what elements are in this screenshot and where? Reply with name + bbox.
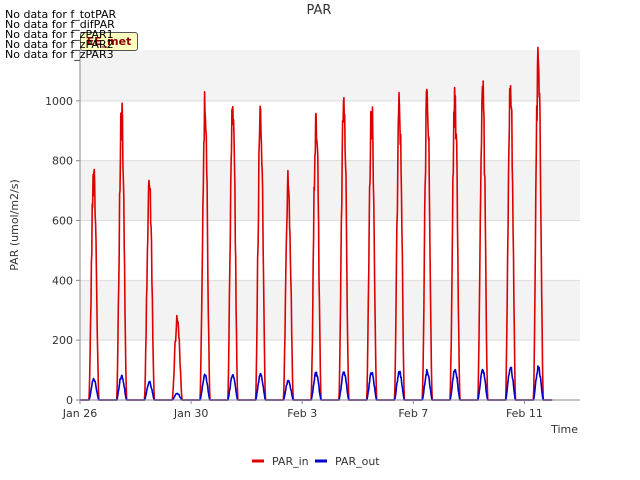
band	[80, 280, 580, 341]
y-tick-label: 600	[52, 215, 73, 228]
x-tick-label: Feb 11	[506, 407, 543, 420]
chart-title: PAR	[307, 3, 332, 18]
x-tick-label: Jan 30	[173, 407, 208, 420]
x-tick-label: Feb 7	[398, 407, 428, 420]
legend-label-PAR_in: PAR_in	[272, 455, 309, 468]
x-axis-label: Time	[550, 423, 578, 436]
plot-area	[80, 50, 580, 400]
x-tick-label: Jan 26	[62, 407, 97, 420]
y-axis-label: PAR (umol/m2/s)	[8, 179, 21, 271]
y-tick-label: 400	[52, 274, 73, 287]
par-chart: 0 200 400 600 800 1000 Jan 26 Jan 30 Feb 3 Feb 7 F…	[8, 3, 580, 468]
y-tick-label: 200	[52, 334, 73, 347]
y-tick-label: 800	[52, 155, 73, 168]
legend: PAR_in PAR_out	[252, 455, 380, 468]
x-tick-label: Feb 3	[287, 407, 317, 420]
y-tick-label: 0	[66, 394, 73, 407]
y-tick-label: 1000	[45, 95, 73, 108]
legend-label-PAR_out: PAR_out	[335, 455, 380, 468]
notice-zpar3: No data for f_zPAR3	[5, 48, 114, 61]
background-bands	[80, 50, 580, 400]
band	[80, 50, 580, 101]
band	[80, 160, 580, 221]
